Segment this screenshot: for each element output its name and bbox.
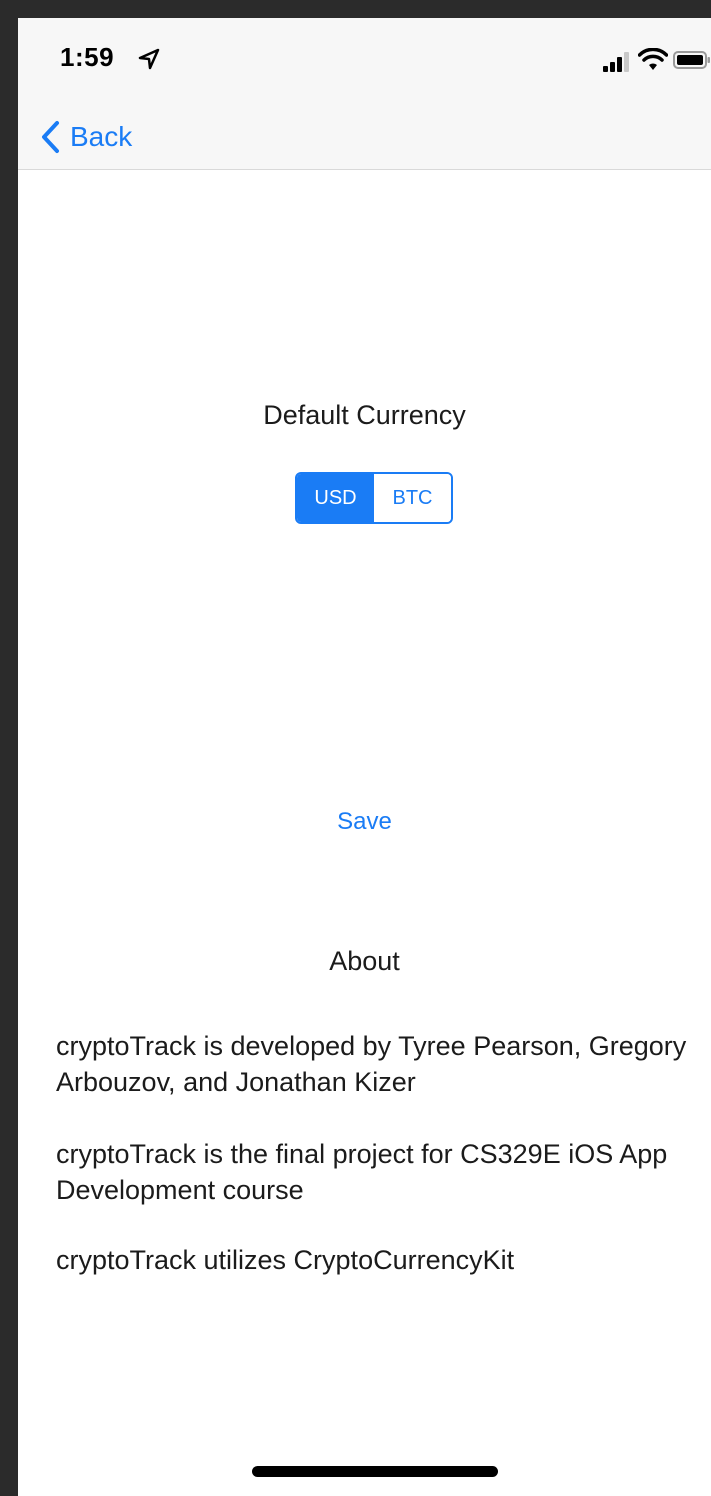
about-developers-text: cryptoTrack is developed by Tyree Pearso…: [56, 1031, 687, 1097]
cellular-signal-icon: [603, 52, 629, 72]
default-currency-title: Default Currency: [263, 400, 466, 430]
device-frame: 1:59 Back Default Currency USD BTC Save …: [0, 0, 711, 1496]
segment-btc[interactable]: BTC: [374, 474, 451, 522]
back-button[interactable]: Back: [40, 114, 132, 160]
battery-icon: [673, 51, 710, 69]
about-project-text: cryptoTrack is the final project for CS3…: [56, 1139, 668, 1205]
about-library-text: cryptoTrack utilizes CryptoCurrencyKit: [56, 1245, 515, 1275]
chevron-left-icon: [42, 121, 59, 153]
app-screen: 1:59 Back Default Currency USD BTC Save …: [18, 18, 711, 1496]
about-title: About: [329, 946, 400, 976]
currency-segmented-control: USD BTC: [295, 472, 453, 524]
segment-usd[interactable]: USD: [297, 474, 374, 522]
navigation-bar: Back: [18, 104, 711, 170]
home-indicator[interactable]: [252, 1466, 498, 1477]
location-arrow-icon: [138, 48, 160, 70]
save-button[interactable]: Save: [18, 808, 711, 836]
wifi-icon: [638, 48, 668, 70]
status-time: 1:59: [60, 42, 115, 72]
status-bar: 1:59: [18, 18, 711, 104]
back-label: Back: [70, 121, 133, 152]
